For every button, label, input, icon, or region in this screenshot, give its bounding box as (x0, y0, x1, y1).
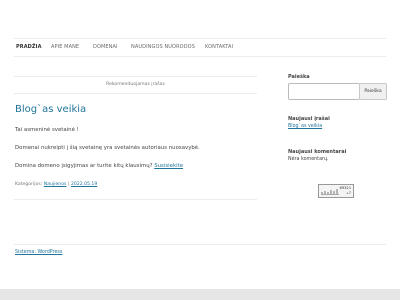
post-date-link[interactable]: 2022.05.19 (71, 182, 97, 187)
recent-post-link[interactable]: Blog`as veikia (288, 124, 322, 129)
recent-comments-title: Naujausi komentarai (288, 149, 347, 155)
no-comments-text: Nėra komentarų. (288, 157, 329, 162)
recent-posts-title: Naujausi įrašai (288, 116, 330, 122)
post-divider (14, 199, 257, 200)
nav-item-domenai[interactable]: Domenai (93, 44, 118, 50)
post-paragraph: Domina domeno įsigyjimas ar turite kitų … (15, 163, 183, 169)
post-paragraph: Domenai nukreipti į šią svetainę yra sve… (15, 145, 200, 151)
counter-graph-icon (321, 188, 339, 195)
featured-post-label: Rekomenduojamas įrašas (14, 76, 257, 94)
category-link[interactable]: Naujienos (44, 182, 67, 187)
search-widget-title: Paieška (288, 74, 310, 80)
counter-values: 69321 +7 (340, 185, 351, 195)
post-title[interactable]: Blog`as veikia (15, 104, 86, 115)
footer-divider (14, 244, 386, 245)
main-navigation: Pradžia Apie mane Domenai Naudingos nuor… (14, 38, 386, 57)
meta-categories-label: Kategorijos: (15, 182, 43, 187)
post-meta: Kategorijos: Naujienos | 2022.05.19 (15, 182, 97, 187)
nav-item-apie-mane[interactable]: Apie mane (51, 44, 79, 50)
search-input[interactable] (288, 83, 360, 100)
footer-wordpress-link[interactable]: Sistema: WordPress (15, 250, 62, 255)
page-content: Pradžia Apie mane Domenai Naudingos nuor… (0, 0, 400, 289)
post-question-text: Domina domeno įsigyjimas ar turite kitų … (15, 163, 153, 169)
post-paragraph: Tai asmeninė svetainė ! (15, 127, 79, 133)
search-button[interactable]: Paieška (359, 83, 387, 100)
nav-item-naudingos-nuorodos[interactable]: Naudingos nuorodos (131, 44, 195, 50)
meta-separator: | (67, 182, 70, 187)
nav-item-kontaktai[interactable]: Kontaktai (205, 44, 233, 50)
counter-delta: +7 (346, 189, 351, 195)
visitor-counter[interactable]: 69321 +7 (318, 184, 354, 198)
nav-item-pradzia[interactable]: Pradžia (16, 44, 42, 50)
contact-link[interactable]: Susisiekite (154, 163, 183, 169)
